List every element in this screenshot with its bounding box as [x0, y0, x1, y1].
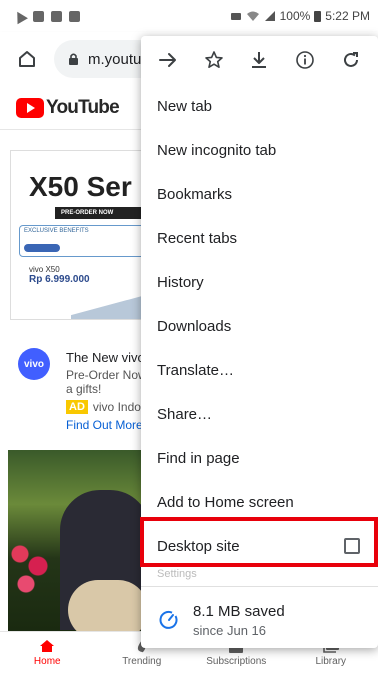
- house-icon: [19, 51, 35, 67]
- page-info-button[interactable]: [285, 40, 325, 80]
- star-icon: [204, 51, 223, 68]
- video-thumbnail[interactable]: [8, 450, 148, 631]
- find-out-more-link[interactable]: Find Out More: [66, 418, 143, 432]
- home-button[interactable]: [14, 46, 40, 72]
- ad-benefit-pill: [24, 244, 60, 252]
- status-notification-icons: [12, 8, 80, 24]
- thumbnail-guitar: [68, 580, 148, 631]
- data-saved-since: since Jun 16: [193, 622, 266, 638]
- menu-item-desktop-site[interactable]: Desktop site: [141, 524, 378, 568]
- data-saver-text: 8.1 MB saved since Jun 16: [193, 603, 285, 638]
- status-bar: 100% 5:22 PM: [0, 0, 378, 32]
- menu-item-new-tab[interactable]: New tab: [141, 84, 378, 128]
- chrome-overflow-menu: New tab New incognito tab Bookmarks Rece…: [141, 36, 378, 648]
- music-icon: [33, 10, 44, 22]
- menu-item-downloads[interactable]: Downloads: [141, 304, 378, 348]
- menu-item-history[interactable]: History: [141, 260, 378, 304]
- menu-item-translate[interactable]: Translate…: [141, 348, 378, 392]
- image-icon: [51, 10, 62, 22]
- menu-item-new-incognito-tab[interactable]: New incognito tab: [141, 128, 378, 172]
- battery-percent: 100%: [279, 9, 311, 23]
- youtube-logo-text: YouTube: [46, 96, 120, 118]
- status-system-icons: 100% 5:22 PM: [230, 9, 370, 23]
- signal-icon: [264, 11, 275, 21]
- ad-preorder-label: PRE-ORDER NOW: [55, 207, 149, 219]
- status-time: 5:22 PM: [325, 9, 370, 23]
- arrow-right-icon: [158, 53, 176, 67]
- menu-item-settings-partial[interactable]: Settings: [141, 568, 378, 586]
- lock-icon: [68, 52, 80, 66]
- advertiser-name: vivo Indon: [92, 400, 148, 414]
- ad-price-label-1: vivo X50: [29, 265, 60, 274]
- ad-benefits-label: EXCLUSIVE BENEFITS: [24, 228, 89, 234]
- download-icon: [252, 52, 267, 68]
- menu-item-share[interactable]: Share…: [141, 392, 378, 436]
- bookmark-button[interactable]: [194, 40, 234, 80]
- ad-price-1: Rp 6.999.000: [29, 274, 90, 285]
- info-icon: [296, 51, 315, 69]
- ad-prices: vivo X50 Rp 6.999.000: [29, 265, 90, 285]
- promo-title: The New vivo: [66, 350, 145, 365]
- ad-phone-image: [71, 282, 149, 319]
- reload-button[interactable]: [331, 40, 371, 80]
- nav-tab-label: Library: [315, 655, 347, 667]
- battery-icon: [314, 11, 322, 22]
- menu-item-bookmarks[interactable]: Bookmarks: [141, 172, 378, 216]
- refresh-icon: [344, 52, 359, 67]
- url-text: m.youtu: [88, 50, 142, 68]
- u-icon: [69, 10, 80, 22]
- forward-button[interactable]: [148, 40, 188, 80]
- ad-banner-title: X50 Ser: [29, 171, 132, 202]
- ad-badge: AD: [66, 400, 88, 414]
- nav-tab-label: Trending: [122, 655, 162, 667]
- ad-banner[interactable]: X50 Ser PRE-ORDER NOW EXCLUSIVE BENEFITS…: [10, 150, 150, 320]
- menu-toolbar: [141, 36, 378, 84]
- mute-icon: [230, 13, 241, 20]
- data-saved-amount: 8.1 MB saved: [193, 602, 285, 620]
- desktop-site-label: Desktop site: [157, 537, 240, 555]
- download-page-button[interactable]: [239, 40, 279, 80]
- desktop-site-checkbox[interactable]: [344, 538, 360, 554]
- menu-item-find-in-page[interactable]: Find in page: [141, 436, 378, 480]
- thumbnail-flowers: [8, 536, 68, 596]
- navigation-icon: [12, 8, 28, 24]
- menu-item-add-to-home-screen[interactable]: Add to Home screen: [141, 480, 378, 524]
- ad-badge-row: AD vivo Indon: [66, 400, 148, 414]
- nav-tab-label: Subscriptions: [206, 655, 267, 667]
- nav-tab-home[interactable]: Home: [0, 632, 95, 673]
- wifi-icon: [246, 11, 259, 21]
- data-saver-icon: [159, 610, 179, 630]
- promo-card[interactable]: vivo The New vivo Pre-Order Now a gifts!…: [18, 348, 148, 432]
- menu-item-recent-tabs[interactable]: Recent tabs: [141, 216, 378, 260]
- vivo-logo: vivo: [18, 348, 50, 380]
- youtube-logo-icon[interactable]: [16, 97, 44, 118]
- data-saver-summary[interactable]: 8.1 MB saved since Jun 16: [141, 587, 378, 648]
- nav-tab-label: Home: [33, 655, 61, 667]
- ad-benefits-box: EXCLUSIVE BENEFITS: [19, 225, 149, 257]
- home-icon: [39, 639, 55, 653]
